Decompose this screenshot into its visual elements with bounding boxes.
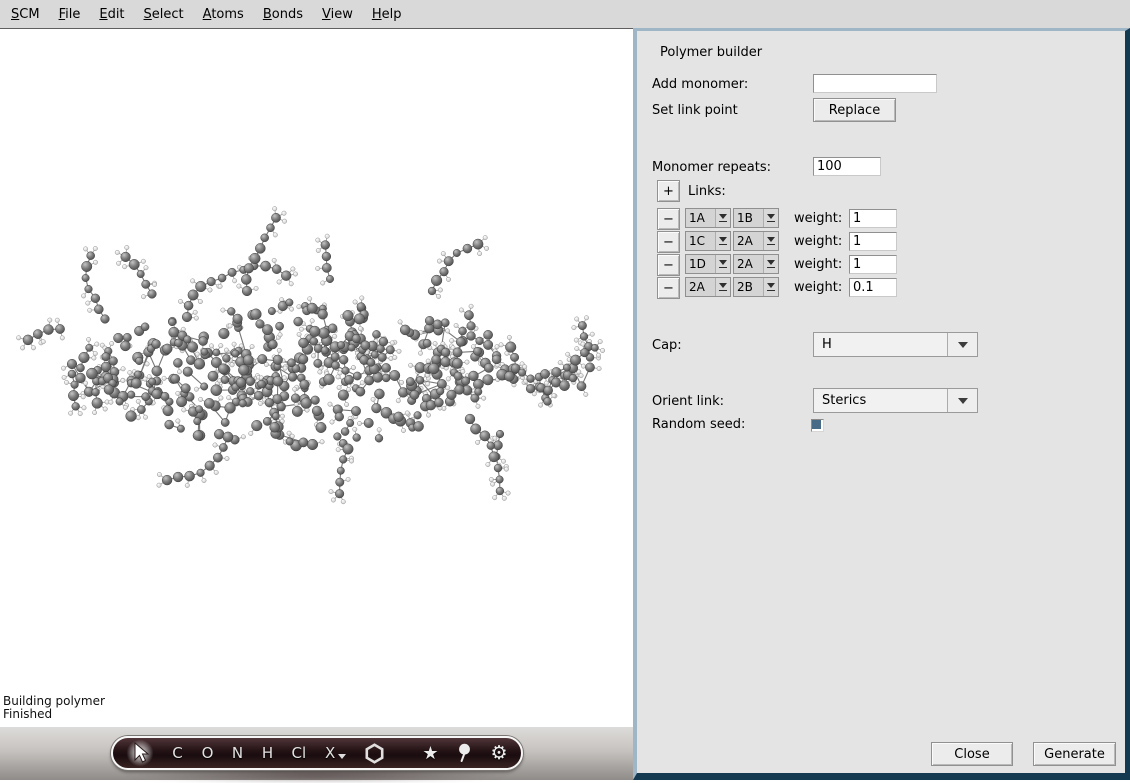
link-to-value: 1B bbox=[734, 211, 763, 225]
weight-label: weight: bbox=[794, 257, 842, 272]
link-from-value: 1A bbox=[686, 211, 715, 225]
orient-link-dropdown[interactable]: Sterics bbox=[813, 388, 978, 413]
ring-tool-icon[interactable] bbox=[364, 743, 385, 764]
random-seed-checkbox[interactable] bbox=[811, 419, 824, 432]
cap-label: Cap: bbox=[652, 338, 682, 353]
star-icon[interactable]: ★ bbox=[422, 743, 438, 764]
link-to-value: 2A bbox=[734, 257, 763, 271]
weight-input[interactable] bbox=[849, 209, 897, 228]
link-to-value: 2A bbox=[734, 234, 763, 248]
menu-select[interactable]: Select bbox=[141, 5, 187, 24]
panel-title: Polymer builder bbox=[660, 45, 762, 60]
status-text: Building polymer Finished bbox=[3, 695, 105, 721]
remove-link-button[interactable]: − bbox=[657, 231, 680, 253]
status-line-2: Finished bbox=[3, 708, 105, 721]
element-cl-button[interactable]: Cl bbox=[292, 744, 307, 762]
add-link-button[interactable]: + bbox=[657, 180, 680, 202]
chevron-down-icon bbox=[715, 232, 730, 250]
chevron-down-icon bbox=[763, 255, 778, 273]
monomer-repeats-label: Monomer repeats: bbox=[652, 160, 771, 175]
gear-icon[interactable]: ⚙ bbox=[490, 742, 507, 764]
menu-file[interactable]: File bbox=[56, 5, 84, 24]
link-to-dropdown[interactable]: 2B bbox=[733, 277, 779, 297]
remove-link-button[interactable]: − bbox=[657, 208, 680, 230]
links-label: Links: bbox=[688, 184, 726, 199]
remove-link-button[interactable]: − bbox=[657, 277, 680, 299]
element-n-button[interactable]: N bbox=[232, 744, 244, 762]
menu-atoms[interactable]: Atoms bbox=[200, 5, 247, 24]
cap-dropdown[interactable]: H bbox=[813, 332, 978, 357]
link-row-3: − 1D 2A weight: bbox=[637, 254, 1125, 276]
weight-input[interactable] bbox=[849, 255, 897, 274]
menu-scm[interactable]: SCM bbox=[8, 5, 43, 24]
menu-view[interactable]: View bbox=[319, 5, 356, 24]
element-toolbar: C O N H Cl X ★ ⚙ bbox=[111, 736, 523, 770]
weight-input[interactable] bbox=[849, 278, 897, 297]
element-c-button[interactable]: C bbox=[172, 744, 184, 762]
orient-link-value: Sterics bbox=[814, 393, 947, 408]
weight-input[interactable] bbox=[849, 232, 897, 251]
menu-help[interactable]: Help bbox=[369, 5, 405, 24]
link-to-dropdown[interactable]: 2A bbox=[733, 254, 779, 274]
orient-link-label: Orient link: bbox=[652, 394, 724, 409]
random-seed-label: Random seed: bbox=[652, 417, 745, 432]
menu-bar: SCM File Edit Select Atoms Bonds View He… bbox=[0, 0, 1130, 28]
chevron-down-icon bbox=[715, 255, 730, 273]
remove-link-button[interactable]: − bbox=[657, 254, 680, 276]
link-from-dropdown[interactable]: 1C bbox=[685, 231, 731, 251]
app-window: { "menu": { "items": [ {"m":"S","rest":"… bbox=[0, 0, 1130, 780]
weight-label: weight: bbox=[794, 280, 842, 295]
chevron-down-icon bbox=[715, 209, 730, 227]
element-o-button[interactable]: O bbox=[202, 744, 214, 762]
chevron-down-icon bbox=[715, 278, 730, 296]
element-x-dropdown-button[interactable]: X bbox=[324, 744, 346, 762]
link-row-1: − 1A 1B weight: bbox=[637, 208, 1125, 230]
add-monomer-input[interactable] bbox=[813, 74, 937, 93]
link-from-dropdown[interactable]: 2A bbox=[685, 277, 731, 297]
chevron-down-icon bbox=[947, 333, 977, 356]
set-link-point-label: Set link point bbox=[652, 103, 738, 118]
balloon-icon[interactable] bbox=[456, 743, 472, 763]
menu-edit[interactable]: Edit bbox=[96, 5, 127, 24]
polymer-builder-panel: Polymer builder Add monomer: Set link po… bbox=[633, 28, 1130, 780]
link-from-value: 2A bbox=[686, 280, 715, 294]
link-to-dropdown[interactable]: 1B bbox=[733, 208, 779, 228]
chevron-down-icon bbox=[338, 754, 346, 759]
add-monomer-label: Add monomer: bbox=[652, 77, 748, 92]
chevron-down-icon bbox=[763, 232, 778, 250]
replace-button[interactable]: Replace bbox=[813, 98, 896, 122]
weight-label: weight: bbox=[794, 234, 842, 249]
chevron-down-icon bbox=[763, 209, 778, 227]
link-to-value: 2B bbox=[734, 280, 763, 294]
element-x-label: X bbox=[324, 744, 336, 762]
molecule-viewport[interactable]: Building polymer Finished bbox=[0, 28, 633, 727]
toolbar-band: C O N H Cl X ★ ⚙ bbox=[0, 727, 633, 780]
link-row-4: − 2A 2B weight: bbox=[637, 277, 1125, 299]
chevron-down-icon bbox=[763, 278, 778, 296]
cursor-tool-icon[interactable] bbox=[126, 739, 154, 767]
link-from-value: 1D bbox=[686, 257, 715, 271]
generate-button[interactable]: Generate bbox=[1033, 742, 1116, 766]
link-row-2: − 1C 2A weight: bbox=[637, 231, 1125, 253]
element-h-button[interactable]: H bbox=[262, 744, 274, 762]
link-to-dropdown[interactable]: 2A bbox=[733, 231, 779, 251]
close-button[interactable]: Close bbox=[931, 742, 1013, 766]
menu-bonds[interactable]: Bonds bbox=[260, 5, 306, 24]
polymer-molecule-render bbox=[0, 29, 633, 727]
link-from-dropdown[interactable]: 1D bbox=[685, 254, 731, 274]
cap-value: H bbox=[814, 337, 947, 352]
monomer-repeats-input[interactable] bbox=[813, 157, 881, 176]
link-from-value: 1C bbox=[686, 234, 715, 248]
link-from-dropdown[interactable]: 1A bbox=[685, 208, 731, 228]
chevron-down-icon bbox=[947, 389, 977, 412]
weight-label: weight: bbox=[794, 211, 842, 226]
